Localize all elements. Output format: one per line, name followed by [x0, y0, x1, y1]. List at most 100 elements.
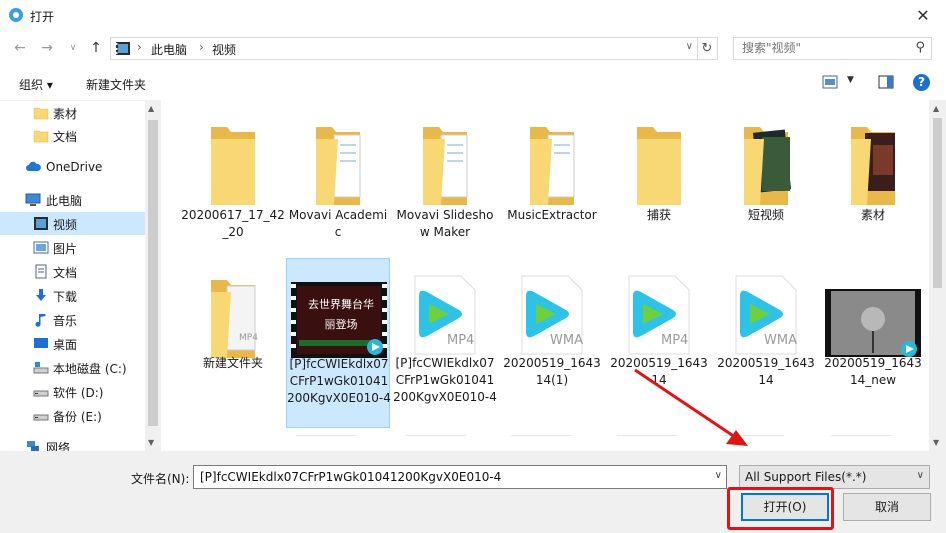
sidebar-item-downloads[interactable]: 下载 — [0, 284, 145, 307]
breadcrumb-videos[interactable]: 视频 — [212, 41, 236, 58]
sidebar-item-documents[interactable]: 文档 — [0, 260, 145, 283]
chevron-down-icon[interactable]: ∨ — [715, 470, 722, 481]
toolbar: 组织 ▾ 新建文件夹 ▼ ? — [0, 64, 946, 101]
folder-icon — [211, 127, 255, 205]
file-item[interactable]: 捕获 — [607, 105, 711, 255]
file-item[interactable]: MusicExtractor — [500, 105, 604, 255]
breadcrumb-this-pc[interactable]: 此电脑 — [151, 41, 187, 58]
picture-icon — [33, 241, 49, 254]
scroll-down-icon[interactable]: ▼ — [933, 438, 939, 447]
organize-button[interactable]: 组织 ▾ — [19, 76, 53, 93]
filename-input[interactable] — [198, 469, 707, 485]
address-bar[interactable]: › 此电脑 › 视频 ∨ — [110, 37, 698, 60]
view-dropdown-icon[interactable]: ▼ — [847, 75, 854, 85]
video-thumbnail — [825, 289, 921, 357]
scrollbar-thumb[interactable] — [148, 120, 158, 426]
file-item[interactable]: 短视频 — [714, 105, 818, 255]
close-icon[interactable]: ✕ — [910, 4, 936, 28]
sidebar-item-videos[interactable]: 视频 — [0, 212, 145, 235]
view-mode-icon[interactable] — [822, 75, 838, 89]
download-icon — [36, 289, 46, 301]
new-folder-button[interactable]: 新建文件夹 — [86, 76, 146, 93]
up-arrow-icon[interactable]: ↑ — [86, 38, 106, 58]
sidebar-item-drive-d[interactable]: 软件 (D:) — [0, 380, 145, 403]
help-icon[interactable]: ? — [913, 74, 930, 91]
recent-chevron-icon[interactable]: ∨ — [63, 38, 83, 58]
content-scrollbar[interactable]: ▲ ▼ — [929, 100, 946, 451]
filename-label: 文件名(N): — [131, 472, 190, 486]
folder-mp4-icon: MP4 — [211, 280, 258, 358]
cloud-icon — [26, 161, 41, 171]
partial-file-item[interactable] — [831, 435, 891, 451]
drive-icon — [33, 414, 49, 421]
cancel-button[interactable]: 取消 — [843, 493, 931, 521]
partial-file-item[interactable] — [406, 435, 466, 451]
file-item-selected[interactable]: 去世界舞台华丽登场 [P]fcCWIEkdlx07CFrP1wGk0104120… — [286, 258, 391, 428]
folder-document-icon — [316, 127, 361, 205]
sidebar-item-this-pc[interactable]: 此电脑 — [0, 188, 145, 211]
desktop-icon — [34, 338, 48, 348]
app-icon — [9, 8, 23, 22]
file-item[interactable]: 20200617_17_42_20 — [181, 105, 285, 255]
open-button-highlight — [727, 487, 834, 530]
scroll-up-icon[interactable]: ▲ — [148, 104, 154, 113]
music-icon — [35, 314, 46, 327]
forward-arrow-icon[interactable]: → — [37, 38, 57, 58]
file-item[interactable]: MP4 [P]fcCWIEkdlx07CFrP1wGk01041200KgvX0… — [393, 258, 497, 428]
sidebar-item-sucai[interactable]: 素材 — [0, 101, 145, 124]
drive-icon — [33, 362, 49, 374]
preview-pane-icon[interactable] — [878, 75, 894, 89]
partial-file-item[interactable] — [296, 435, 356, 451]
search-box[interactable]: ⚲ — [733, 37, 932, 60]
network-icon — [27, 441, 39, 451]
folder-document-icon — [423, 127, 468, 205]
sidebar-item-network[interactable]: 网络 — [0, 435, 145, 451]
back-arrow-icon[interactable]: ← — [10, 38, 30, 58]
document-icon — [35, 264, 47, 279]
file-type-select[interactable]: All Support Files(*.*) ∨ — [739, 465, 930, 489]
video-icon — [34, 217, 48, 230]
file-type-value: All Support Files(*.*) — [745, 470, 867, 484]
address-dropdown-icon[interactable]: ∨ — [686, 41, 693, 52]
folder-icon — [33, 130, 49, 143]
filename-combobox[interactable]: ∨ — [193, 465, 727, 489]
scrollbar-thumb[interactable] — [933, 118, 942, 288]
scroll-up-icon[interactable]: ▲ — [933, 104, 939, 113]
file-item[interactable]: 素材 — [821, 105, 925, 255]
file-item[interactable]: Movavi Academic — [286, 105, 390, 255]
folder-icon — [33, 107, 49, 120]
computer-icon — [25, 193, 41, 206]
search-input[interactable] — [740, 40, 904, 56]
sidebar-item-onedrive[interactable]: OneDrive — [0, 156, 145, 179]
file-extension-label: MP4 — [447, 333, 475, 348]
navigation-pane: 素材 文档 OneDrive 此电脑 视频 图片 文档 下载 音乐 桌面 本地磁… — [0, 100, 161, 451]
sidebar-item-drive-c[interactable]: 本地磁盘 (C:) — [0, 356, 145, 379]
thumbnail-caption: 去世界舞台华丽登场 — [308, 298, 374, 331]
file-item[interactable]: 20200519_164314_new — [821, 258, 925, 428]
sidebar-item-music[interactable]: 音乐 — [0, 308, 145, 331]
file-item[interactable]: Movavi Slideshow Maker — [393, 105, 497, 255]
folder-media-icon — [851, 127, 895, 205]
search-icon[interactable]: ⚲ — [915, 40, 925, 55]
file-extension-label: MP4 — [661, 333, 689, 348]
file-item[interactable]: WMA 20200519_164314(1) — [500, 258, 604, 428]
sidebar-item-documents-quick[interactable]: 文档 — [0, 124, 145, 147]
drive-icon — [33, 390, 49, 397]
refresh-icon[interactable]: ↻ — [697, 37, 718, 60]
annotation-arrow — [634, 368, 748, 446]
video-folder-icon — [116, 42, 130, 55]
address-row: ← → ∨ ↑ › 此电脑 › 视频 ∨ ↻ ⚲ — [0, 32, 946, 64]
sidebar-item-drive-e[interactable]: 备份 (E:) — [0, 404, 145, 427]
file-item[interactable]: MP4 新建文件夹 — [181, 258, 285, 428]
breadcrumb-separator: › — [199, 40, 204, 54]
scroll-down-icon[interactable]: ▼ — [148, 438, 154, 447]
partial-file-item[interactable] — [511, 435, 571, 451]
file-extension-label: WMA — [550, 333, 583, 348]
folder-media-icon — [744, 127, 792, 205]
sidebar-item-pictures[interactable]: 图片 — [0, 236, 145, 259]
breadcrumb-separator: › — [137, 40, 142, 54]
sidebar-scrollbar[interactable]: ▲ ▼ — [145, 100, 161, 451]
file-extension-label: WMA — [764, 333, 797, 348]
folder-document-icon — [530, 127, 575, 205]
sidebar-item-desktop[interactable]: 桌面 — [0, 332, 145, 355]
